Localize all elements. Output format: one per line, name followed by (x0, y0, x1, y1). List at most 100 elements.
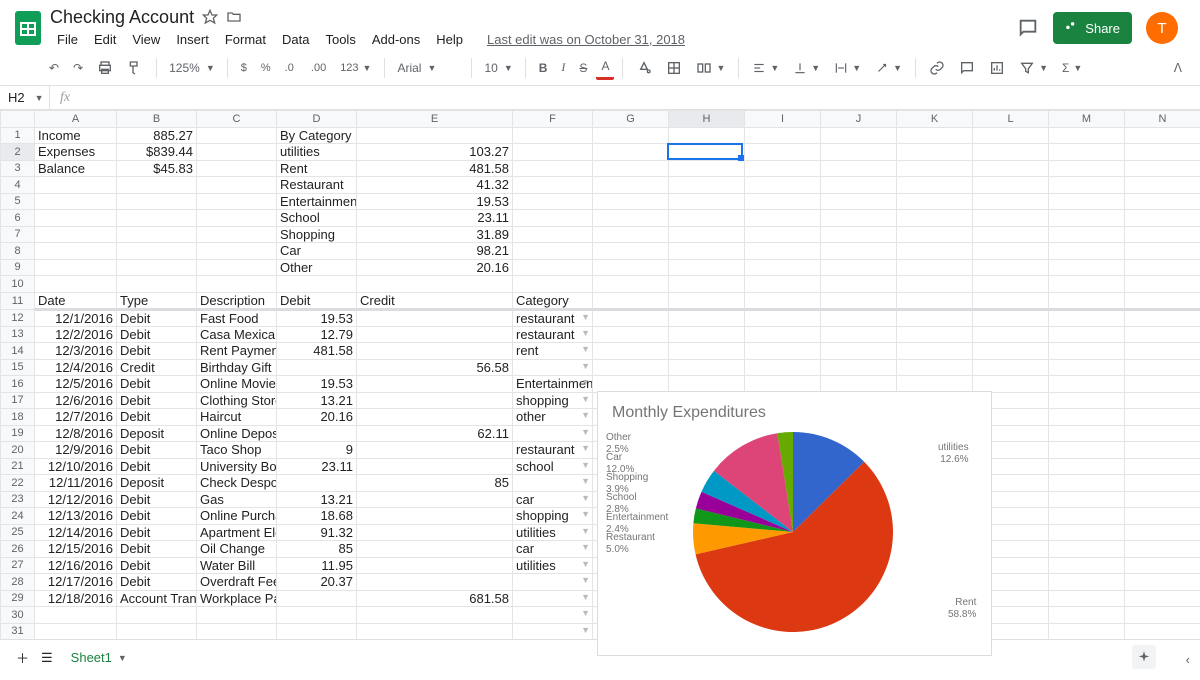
cell-K2[interactable] (897, 144, 973, 161)
cell-F19[interactable]: ▼ (513, 425, 593, 442)
cell-I6[interactable] (745, 210, 821, 227)
cell-D3[interactable]: Rent (277, 160, 357, 177)
all-sheets-icon[interactable]: ☰ (35, 644, 59, 672)
cell-C12[interactable]: Fast Food (197, 309, 277, 326)
cell-C3[interactable] (197, 160, 277, 177)
cell-A25[interactable]: 12/14/2016 (35, 524, 117, 541)
cell-dropdown-icon[interactable]: ▼ (581, 476, 590, 486)
cell-D25[interactable]: 91.32 (277, 524, 357, 541)
cell-F17[interactable]: shopping▼ (513, 392, 593, 409)
cell-G6[interactable] (593, 210, 669, 227)
cell-F20[interactable]: restaurant▼ (513, 442, 593, 459)
borders-button[interactable] (661, 56, 687, 80)
cell-N24[interactable] (1125, 508, 1200, 525)
cell-D11[interactable]: Debit (277, 292, 357, 309)
cell-D15[interactable] (277, 359, 357, 376)
cell-H6[interactable] (669, 210, 745, 227)
cell-M4[interactable] (1049, 177, 1125, 194)
cell-M30[interactable] (1049, 607, 1125, 624)
cell-K13[interactable] (897, 326, 973, 343)
cell-N15[interactable] (1125, 359, 1200, 376)
cell-N2[interactable] (1125, 144, 1200, 161)
cell-N25[interactable] (1125, 524, 1200, 541)
cell-B1[interactable]: 885.27 (117, 127, 197, 144)
cell-D5[interactable]: Entertainment (277, 193, 357, 210)
cell-B13[interactable]: Debit (117, 326, 197, 343)
account-avatar[interactable]: T (1146, 12, 1178, 44)
cell-A16[interactable]: 12/5/2016 (35, 376, 117, 393)
cell-H16[interactable] (669, 376, 745, 393)
cell-J15[interactable] (821, 359, 897, 376)
cell-C13[interactable]: Casa Mexicana (197, 326, 277, 343)
cell-B22[interactable]: Deposit (117, 475, 197, 492)
cell-E13[interactable] (357, 326, 513, 343)
cell-C22[interactable]: Check Desposit (197, 475, 277, 492)
cell-E28[interactable] (357, 574, 513, 591)
cell-E20[interactable] (357, 442, 513, 459)
cell-dropdown-icon[interactable]: ▼ (581, 493, 590, 503)
bold-button[interactable]: B (534, 57, 553, 79)
cell-dropdown-icon[interactable]: ▼ (581, 509, 590, 519)
cell-K5[interactable] (897, 193, 973, 210)
cell-H10[interactable] (669, 276, 745, 293)
cell-dropdown-icon[interactable]: ▼ (581, 592, 590, 602)
cell-D31[interactable] (277, 623, 357, 640)
cell-A17[interactable]: 12/6/2016 (35, 392, 117, 409)
cell-E26[interactable] (357, 541, 513, 558)
cell-C21[interactable]: University Bookstore (197, 458, 277, 475)
cell-I15[interactable] (745, 359, 821, 376)
col-header-L[interactable]: L (973, 111, 1049, 128)
cell-B16[interactable]: Debit (117, 376, 197, 393)
cell-H13[interactable] (669, 326, 745, 343)
cell-D23[interactable]: 13.21 (277, 491, 357, 508)
cell-N13[interactable] (1125, 326, 1200, 343)
cell-G10[interactable] (593, 276, 669, 293)
cell-F9[interactable] (513, 259, 593, 276)
cell-F1[interactable] (513, 127, 593, 144)
star-icon[interactable] (202, 9, 218, 25)
cell-C9[interactable] (197, 259, 277, 276)
cell-B11[interactable]: Type (117, 292, 197, 309)
spreadsheet-grid[interactable]: ABCDEFGHIJKLMN1Income885.27By Category2E… (0, 110, 1200, 680)
cell-G4[interactable] (593, 177, 669, 194)
cell-N10[interactable] (1125, 276, 1200, 293)
cell-M27[interactable] (1049, 557, 1125, 574)
cell-J16[interactable] (821, 376, 897, 393)
cell-B3[interactable]: $45.83 (117, 160, 197, 177)
cell-E27[interactable] (357, 557, 513, 574)
cell-G12[interactable] (593, 309, 669, 326)
cell-A28[interactable]: 12/17/2016 (35, 574, 117, 591)
add-sheet-icon[interactable]: ＋ (10, 642, 35, 673)
cell-K10[interactable] (897, 276, 973, 293)
cell-L7[interactable] (973, 226, 1049, 243)
formula-input[interactable] (80, 86, 1200, 109)
cell-M14[interactable] (1049, 343, 1125, 360)
move-folder-icon[interactable] (226, 9, 242, 25)
cell-I13[interactable] (745, 326, 821, 343)
cell-M2[interactable] (1049, 144, 1125, 161)
cell-D30[interactable] (277, 607, 357, 624)
cell-B27[interactable]: Debit (117, 557, 197, 574)
cell-dropdown-icon[interactable]: ▼ (581, 559, 590, 569)
cell-E4[interactable]: 41.32 (357, 177, 513, 194)
cell-E16[interactable] (357, 376, 513, 393)
cell-N31[interactable] (1125, 623, 1200, 640)
print-icon[interactable] (92, 56, 118, 80)
row-header-7[interactable]: 7 (1, 226, 35, 243)
cell-M31[interactable] (1049, 623, 1125, 640)
cell-F22[interactable]: ▼ (513, 475, 593, 492)
row-header-16[interactable]: 16 (1, 376, 35, 393)
cell-J14[interactable] (821, 343, 897, 360)
cell-H14[interactable] (669, 343, 745, 360)
cell-M18[interactable] (1049, 409, 1125, 426)
cell-N5[interactable] (1125, 193, 1200, 210)
cell-C26[interactable]: Oil Change (197, 541, 277, 558)
cell-E14[interactable] (357, 343, 513, 360)
cell-M3[interactable] (1049, 160, 1125, 177)
cell-N12[interactable] (1125, 309, 1200, 326)
cell-B26[interactable]: Debit (117, 541, 197, 558)
cell-B4[interactable] (117, 177, 197, 194)
cell-A29[interactable]: 12/18/2016 (35, 590, 117, 607)
cell-A1[interactable]: Income (35, 127, 117, 144)
filter-icon[interactable]: ▼ (1014, 56, 1053, 80)
